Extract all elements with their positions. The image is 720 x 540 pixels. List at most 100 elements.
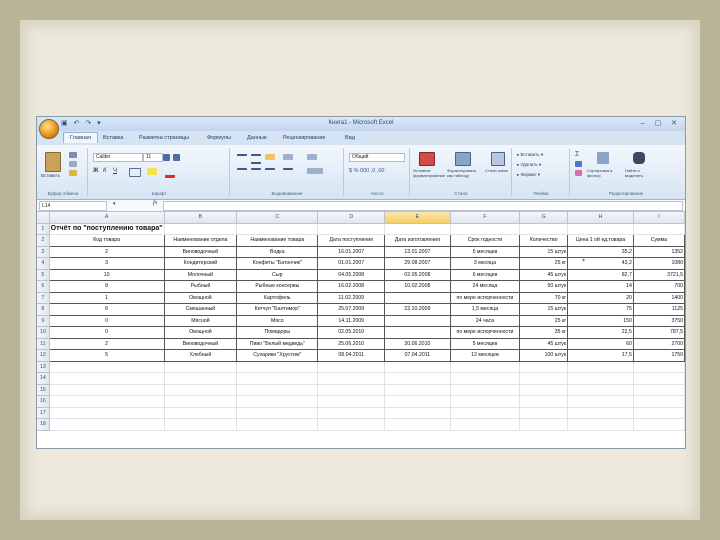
header-cell[interactable]: Количество bbox=[519, 234, 569, 247]
formula-input[interactable] bbox=[163, 201, 683, 211]
cell[interactable] bbox=[384, 372, 451, 385]
grow-font-icon[interactable] bbox=[163, 154, 170, 161]
data-cell[interactable]: 01.01.2007 bbox=[317, 257, 385, 270]
data-cell[interactable]: 6 месяцев bbox=[450, 269, 521, 281]
data-cell[interactable]: 0 bbox=[49, 315, 165, 327]
cell[interactable] bbox=[164, 407, 238, 419]
data-cell[interactable]: 08.04.2011 bbox=[317, 349, 385, 362]
column-header-a[interactable]: A bbox=[49, 212, 165, 224]
cut-icon[interactable] bbox=[69, 152, 77, 158]
data-cell[interactable]: 24 часа bbox=[450, 315, 521, 327]
cell[interactable] bbox=[164, 372, 238, 385]
data-cell[interactable]: 1125 bbox=[633, 303, 685, 316]
decrease-indent-icon[interactable] bbox=[283, 168, 293, 176]
data-cell[interactable]: 150 bbox=[567, 315, 634, 327]
align-bottom-icon[interactable] bbox=[265, 154, 275, 160]
cell[interactable] bbox=[317, 395, 385, 408]
data-cell[interactable]: Рыбный bbox=[164, 280, 238, 293]
data-cell[interactable]: Смешанный bbox=[164, 303, 238, 316]
cell[interactable] bbox=[567, 418, 634, 431]
row-header[interactable]: 1 bbox=[37, 223, 50, 235]
data-cell[interactable]: по мере испорченности bbox=[450, 326, 521, 339]
row-header[interactable]: 12 bbox=[37, 349, 50, 362]
format-table-icon[interactable] bbox=[455, 152, 471, 166]
data-cell[interactable]: 22,5 bbox=[567, 326, 634, 339]
cell[interactable] bbox=[633, 372, 685, 385]
number-format-buttons[interactable]: $ % 000 ,0 ,00 bbox=[349, 168, 384, 174]
data-cell[interactable]: 15 штук bbox=[519, 303, 569, 316]
data-cell[interactable] bbox=[384, 292, 451, 304]
row-header[interactable]: 8 bbox=[37, 303, 50, 316]
row-header[interactable]: 15 bbox=[37, 384, 50, 396]
cell[interactable] bbox=[450, 223, 521, 235]
row-header[interactable]: 17 bbox=[37, 407, 50, 419]
orientation-icon[interactable] bbox=[283, 154, 293, 160]
header-cell[interactable]: Код товара bbox=[49, 234, 165, 247]
cell[interactable] bbox=[164, 395, 238, 408]
row-header[interactable]: 5 bbox=[37, 269, 50, 281]
cell[interactable] bbox=[236, 407, 319, 419]
cell[interactable] bbox=[384, 418, 451, 431]
data-cell[interactable]: Виноводочный bbox=[164, 246, 238, 258]
row-header[interactable]: 9 bbox=[37, 315, 50, 327]
window-controls[interactable]: – ▢ ✕ bbox=[641, 119, 681, 127]
data-cell[interactable]: 14 bbox=[567, 280, 634, 293]
wrap-text-icon[interactable] bbox=[307, 154, 317, 160]
cell[interactable] bbox=[450, 372, 521, 385]
data-cell[interactable]: Рыбные консервы bbox=[236, 280, 319, 293]
column-header-f[interactable]: F bbox=[450, 212, 521, 224]
cell[interactable] bbox=[236, 395, 319, 408]
cell[interactable] bbox=[317, 407, 385, 419]
data-cell[interactable]: 5 месяцев bbox=[450, 338, 521, 350]
row-header[interactable]: 3 bbox=[37, 246, 50, 258]
data-cell[interactable]: 15 штук bbox=[519, 246, 569, 258]
data-cell[interactable]: Картофель bbox=[236, 292, 319, 304]
row-header[interactable]: 7 bbox=[37, 292, 50, 304]
paste-icon[interactable] bbox=[45, 152, 61, 172]
align-middle-icon[interactable] bbox=[251, 154, 261, 164]
row-header[interactable]: 10 bbox=[37, 326, 50, 339]
cell[interactable] bbox=[49, 395, 165, 408]
font-size-select[interactable]: 11 bbox=[143, 153, 163, 162]
data-cell[interactable] bbox=[384, 326, 451, 339]
row-header[interactable]: 6 bbox=[37, 280, 50, 293]
data-cell[interactable]: Овощной bbox=[164, 326, 238, 339]
data-cell[interactable]: 70 кг bbox=[519, 292, 569, 304]
cell[interactable] bbox=[567, 223, 634, 235]
copy-icon[interactable] bbox=[69, 161, 77, 167]
cell[interactable] bbox=[519, 384, 569, 396]
tab-view[interactable]: Вид bbox=[345, 135, 355, 141]
row-header[interactable]: 16 bbox=[37, 395, 50, 408]
data-cell[interactable]: Кетчуп "Балтимор" bbox=[236, 303, 319, 316]
data-cell[interactable]: 45 штук bbox=[519, 269, 569, 281]
cell[interactable] bbox=[384, 223, 451, 235]
cell[interactable] bbox=[317, 372, 385, 385]
data-cell[interactable]: 3 месяца bbox=[450, 257, 521, 270]
data-cell[interactable]: 60 bbox=[567, 338, 634, 350]
data-cell[interactable]: 2700 bbox=[633, 338, 685, 350]
data-cell[interactable]: 43,2 bbox=[567, 257, 634, 270]
data-cell[interactable]: 25.06.2010 bbox=[317, 338, 385, 350]
sort-filter-button[interactable]: Сортировка и фильтр bbox=[587, 168, 621, 178]
cell[interactable] bbox=[384, 384, 451, 396]
align-left-icon[interactable] bbox=[237, 168, 247, 176]
delete-cells-button[interactable]: ▸ Удалить ▾ bbox=[517, 162, 541, 168]
cell[interactable] bbox=[450, 395, 521, 408]
data-cell[interactable]: 5 bbox=[49, 349, 165, 362]
header-cell[interactable]: Сумма bbox=[633, 234, 685, 247]
data-cell[interactable]: 35,2 bbox=[567, 246, 634, 258]
data-cell[interactable]: 1352 bbox=[633, 246, 685, 258]
paste-button[interactable]: Вставить bbox=[41, 173, 60, 178]
data-cell[interactable]: 14.11.2009 bbox=[317, 315, 385, 327]
cell-styles-icon[interactable] bbox=[491, 152, 505, 166]
cell[interactable] bbox=[567, 407, 634, 419]
cell[interactable] bbox=[236, 361, 319, 373]
data-cell[interactable]: Конфеты "Батончик" bbox=[236, 257, 319, 270]
data-cell[interactable]: 20.06.2010 bbox=[384, 338, 451, 350]
header-cell[interactable]: Наименование отдела bbox=[164, 234, 238, 247]
data-cell[interactable]: 700 bbox=[633, 280, 685, 293]
name-box-dropdown-icon[interactable]: ▾ bbox=[113, 201, 116, 207]
data-cell[interactable]: 11.02.2009 bbox=[317, 292, 385, 304]
data-cell[interactable]: 04.05.2008 bbox=[317, 269, 385, 281]
data-cell[interactable]: 22.10.2009 bbox=[384, 303, 451, 316]
